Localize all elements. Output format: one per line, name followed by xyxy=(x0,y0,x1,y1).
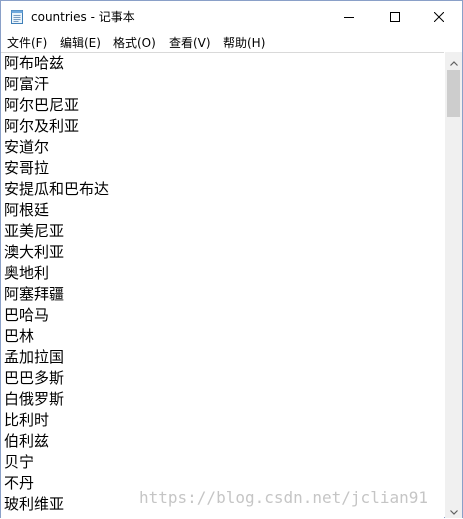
watermark: https://blog.csdn.net/jclian91 xyxy=(139,488,428,507)
text-line: 玻利维亚 xyxy=(4,495,65,513)
text-line: 安提瓜和巴布达 xyxy=(4,180,110,198)
text-line: 不丹 xyxy=(4,474,35,492)
menu-format[interactable]: 格式(O) xyxy=(113,34,156,51)
chevron-down-icon xyxy=(449,500,458,519)
text-line: 孟加拉国 xyxy=(4,348,65,366)
menu-view[interactable]: 查看(V) xyxy=(169,34,211,51)
maximize-icon xyxy=(390,7,400,26)
vertical-scrollbar[interactable] xyxy=(445,52,462,518)
menu-edit[interactable]: 编辑(E) xyxy=(60,34,101,51)
text-editor[interactable]: 阿布哈兹 阿富汗 阿尔巴尼亚 阿尔及利亚 安道尔 安哥拉 安提瓜和巴布达 阿根廷… xyxy=(1,52,444,518)
window-title: countries - 记事本 xyxy=(31,10,135,24)
menu-file[interactable]: 文件(F) xyxy=(7,34,47,51)
maximize-button[interactable] xyxy=(372,1,418,32)
text-line: 比利时 xyxy=(4,411,50,429)
notepad-icon xyxy=(10,9,24,24)
menu-bar: 文件(F) 编辑(E) 格式(O) 查看(V) 帮助(H) xyxy=(1,32,462,52)
text-line: 奥地利 xyxy=(4,264,50,282)
close-icon xyxy=(433,7,445,26)
scroll-down-button[interactable] xyxy=(445,501,462,518)
text-line: 亚美尼亚 xyxy=(4,222,65,240)
text-line: 安道尔 xyxy=(4,138,50,156)
scroll-up-button[interactable] xyxy=(445,52,462,69)
text-line: 白俄罗斯 xyxy=(4,390,65,408)
text-line: 巴巴多斯 xyxy=(4,369,65,387)
text-line: 阿尔及利亚 xyxy=(4,117,80,135)
text-line: 安哥拉 xyxy=(4,159,50,177)
text-line: 巴哈马 xyxy=(4,306,50,324)
chevron-up-icon xyxy=(449,51,458,70)
text-line: 伯利兹 xyxy=(4,432,50,450)
text-line: 阿富汗 xyxy=(4,75,50,93)
text-line: 巴林 xyxy=(4,327,35,345)
close-button[interactable] xyxy=(416,1,462,32)
scroll-thumb[interactable] xyxy=(447,70,460,117)
menu-help[interactable]: 帮助(H) xyxy=(223,34,265,51)
title-bar[interactable]: countries - 记事本 xyxy=(1,1,462,32)
minimize-icon xyxy=(344,7,354,26)
text-line: 阿根廷 xyxy=(4,201,50,219)
text-line: 阿尔巴尼亚 xyxy=(4,96,80,114)
notepad-window: countries - 记事本 文件(F) 编辑(E) 格式(O) 查看(V) … xyxy=(0,0,463,518)
text-line: 澳大利亚 xyxy=(4,243,65,261)
text-line: 阿布哈兹 xyxy=(4,54,65,72)
text-line: 贝宁 xyxy=(4,453,35,471)
minimize-button[interactable] xyxy=(326,1,372,32)
text-line: 阿塞拜疆 xyxy=(4,285,65,303)
